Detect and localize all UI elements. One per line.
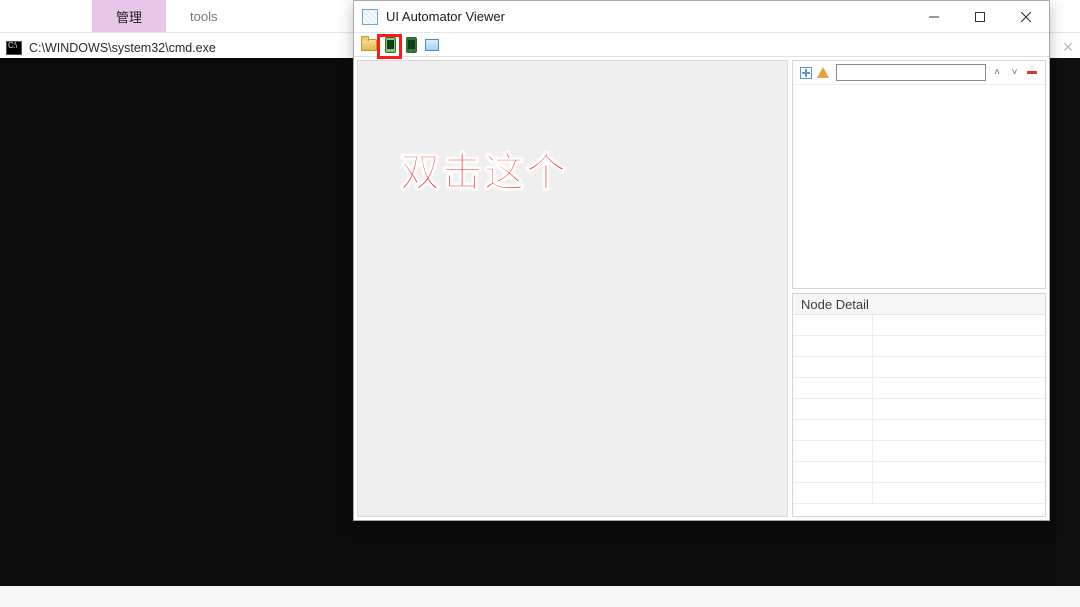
table-row <box>793 336 1045 357</box>
chevron-down-icon: ˅ <box>1012 67 1018 78</box>
device-icon <box>385 37 396 53</box>
ribbon-tab-manage[interactable]: 管理 <box>92 0 166 32</box>
save-button[interactable] <box>423 36 441 54</box>
uav-client: ˄ ˅ Node Detail <box>354 57 1049 520</box>
tree-search-input[interactable] <box>836 64 986 81</box>
tree-toolbar: ˄ ˅ <box>793 61 1045 85</box>
node-detail-grid[interactable] <box>793 315 1045 516</box>
node-detail-header: Node Detail <box>793 294 1045 315</box>
maximize-icon <box>975 12 985 22</box>
uav-title-text: UI Automator Viewer <box>386 9 911 24</box>
table-row <box>793 378 1045 399</box>
chevron-up-icon: ˄ <box>994 67 1000 78</box>
cmd-close-button[interactable]: ✕ <box>1056 36 1080 58</box>
table-row <box>793 420 1045 441</box>
maximize-button[interactable] <box>957 1 1003 32</box>
bottom-strip <box>0 586 1080 607</box>
cmd-title-text: C:\WINDOWS\system32\cmd.exe <box>29 41 216 55</box>
hierarchy-tree-panel: ˄ ˅ <box>792 60 1046 289</box>
table-row <box>793 462 1045 483</box>
table-row <box>793 441 1045 462</box>
close-button[interactable] <box>1003 1 1049 32</box>
close-icon <box>1021 12 1031 22</box>
table-row <box>793 399 1045 420</box>
folder-icon <box>361 39 377 51</box>
clear-search-button[interactable] <box>1025 66 1039 80</box>
minimize-button[interactable] <box>911 1 957 32</box>
cmd-icon <box>6 41 22 55</box>
minus-icon <box>1027 71 1037 74</box>
cmd-scrollbar[interactable] <box>1056 58 1080 586</box>
screenshot-canvas[interactable] <box>357 60 788 517</box>
ribbon-tab-tools[interactable]: tools <box>166 0 241 32</box>
expand-icon <box>800 67 812 79</box>
table-row <box>793 357 1045 378</box>
expand-all-button[interactable] <box>799 66 813 80</box>
device-screenshot-compressed-button[interactable] <box>402 36 420 54</box>
uav-app-icon <box>362 9 378 25</box>
uav-titlebar[interactable]: UI Automator Viewer <box>354 1 1049 33</box>
warning-icon <box>817 67 829 78</box>
ribbon-spacer <box>0 0 92 32</box>
device-dark-icon <box>406 37 417 53</box>
uav-right-pane: ˄ ˅ Node Detail <box>792 60 1046 517</box>
window-controls <box>911 1 1049 32</box>
uav-toolbar <box>354 33 1049 57</box>
node-detail-panel: Node Detail <box>792 293 1046 517</box>
hierarchy-tree[interactable] <box>793 85 1045 288</box>
table-row <box>793 483 1045 504</box>
open-file-button[interactable] <box>360 36 378 54</box>
table-row <box>793 315 1045 336</box>
search-next-button[interactable]: ˅ <box>1008 66 1022 80</box>
search-prev-button[interactable]: ˄ <box>990 66 1004 80</box>
device-screenshot-button[interactable] <box>381 36 399 54</box>
window-icon <box>425 39 439 51</box>
uiautomator-window: UI Automator Viewer <box>353 0 1050 521</box>
minimize-icon <box>929 12 939 22</box>
toggle-naf-button[interactable] <box>817 66 831 80</box>
